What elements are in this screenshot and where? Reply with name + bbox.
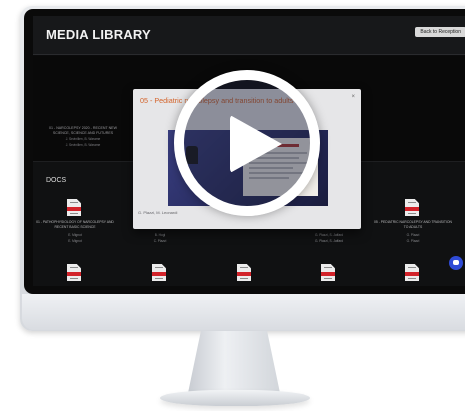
- modal-authors: G. Plazzi, M. Leonardi: [138, 210, 178, 215]
- video-card-author: J. Sevinillen, B. Warame: [65, 143, 101, 147]
- monitor-chin: [22, 294, 465, 330]
- monitor-stand-base: [160, 390, 310, 406]
- doc-card[interactable]: [205, 264, 285, 286]
- monitor-mockup: MEDIA LIBRARY Back to Reception 01 - NAR…: [0, 0, 465, 411]
- doc-author: G. Plazzi, S. Jaffard: [314, 233, 344, 237]
- doc-card[interactable]: 01 - PATHOPHYSIOLOGY OF NARCOLEPSY AND R…: [35, 199, 115, 261]
- doc-author: G. Plazzi: [406, 239, 420, 243]
- monitor-stand-neck: [188, 331, 280, 393]
- back-to-reception-button[interactable]: Back to Reception: [415, 27, 465, 37]
- app-header: MEDIA LIBRARY Back to Reception: [33, 16, 465, 55]
- pdf-file-icon: [67, 264, 81, 281]
- doc-title: 01 - PATHOPHYSIOLOGY OF NARCOLEPSY AND R…: [36, 220, 114, 229]
- doc-author: G. Plazzi: [406, 233, 420, 237]
- doc-card[interactable]: [289, 264, 369, 286]
- pdf-file-icon: [67, 199, 81, 216]
- doc-card[interactable]: 05 - PEDIATRIC NARCOLEPSY AND TRANSITION…: [373, 199, 453, 261]
- doc-author: G. Plazzi, S. Jaffard: [314, 239, 344, 243]
- doc-author: C. Plazzi: [153, 239, 167, 243]
- close-icon[interactable]: ×: [351, 94, 355, 100]
- doc-author: E. Mignot: [68, 233, 82, 237]
- doc-title: 05 - PEDIATRIC NARCOLEPSY AND TRANSITION…: [373, 220, 452, 229]
- doc-card[interactable]: [120, 264, 200, 286]
- pdf-file-icon: [321, 264, 335, 281]
- doc-card[interactable]: [35, 264, 115, 286]
- page-title: MEDIA LIBRARY: [46, 27, 151, 42]
- pdf-file-icon: [237, 264, 251, 281]
- pdf-file-icon: [405, 199, 419, 216]
- doc-author: E. Mignot: [68, 239, 82, 243]
- pdf-file-icon: [152, 264, 166, 281]
- chat-icon[interactable]: [449, 256, 463, 270]
- doc-author: B. Hogl: [154, 233, 166, 237]
- doc-card[interactable]: [373, 264, 453, 286]
- video-card-author: J. Sevinillen, B. Warame: [65, 137, 101, 141]
- video-card-title[interactable]: 01 - NARCOLEPSY 2020 - RECENT NEW SCIENC…: [41, 126, 125, 135]
- docs-heading: DOCS: [46, 177, 67, 184]
- pdf-file-icon: [405, 264, 419, 281]
